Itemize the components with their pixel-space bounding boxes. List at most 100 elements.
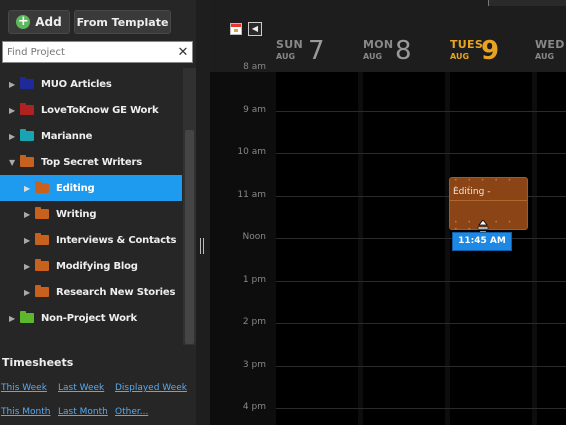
event-resize-bottom[interactable]: • • • • • • • bbox=[454, 219, 527, 233]
add-button[interactable]: + Add bbox=[8, 10, 70, 34]
day-header-sun[interactable]: SUN AUG 7 bbox=[276, 36, 356, 68]
folder-icon bbox=[20, 103, 34, 115]
hour-gridline bbox=[276, 408, 566, 409]
folder-icon bbox=[35, 233, 49, 245]
from-template-button[interactable]: From Template bbox=[74, 10, 171, 34]
folder-icon bbox=[20, 311, 34, 323]
project-label: MUO Articles bbox=[41, 78, 112, 90]
day-column-wed[interactable] bbox=[537, 72, 566, 425]
timesheet-link-other[interactable]: Other... bbox=[115, 407, 148, 417]
hour-label: 11 am bbox=[237, 189, 266, 200]
hour-gridline bbox=[276, 366, 566, 367]
project-label: Research New Stories bbox=[56, 286, 176, 298]
scrollbar[interactable] bbox=[183, 68, 196, 345]
time-tooltip: 11:45 AM bbox=[452, 232, 512, 251]
hour-gridline bbox=[276, 323, 566, 324]
timesheet-link-this-week[interactable]: This Week bbox=[1, 383, 47, 393]
day-name: MON bbox=[363, 38, 394, 51]
hour-gridline bbox=[276, 238, 566, 239]
folder-icon bbox=[20, 77, 34, 89]
hour-gridline bbox=[276, 281, 566, 282]
hour-label: 8 am bbox=[243, 62, 266, 72]
project-row[interactable]: ▶ MUO Articles bbox=[0, 71, 182, 97]
plus-icon: + bbox=[16, 14, 31, 29]
hour-label: 1 pm bbox=[242, 274, 266, 285]
calendar-icon[interactable] bbox=[230, 23, 242, 35]
project-row[interactable]: ▼ Top Secret Writers bbox=[0, 149, 182, 175]
event-resize-top[interactable]: • • • • • • • bbox=[454, 177, 527, 191]
day-number: 8 bbox=[395, 36, 412, 66]
hour-label: 2 pm bbox=[242, 317, 266, 327]
folder-icon bbox=[35, 207, 49, 219]
day-name: TUES bbox=[450, 38, 484, 51]
folder-icon bbox=[35, 181, 49, 193]
collapsed-arrow-icon[interactable]: ▶ bbox=[22, 210, 32, 219]
project-row[interactable]: ▶ Marianne bbox=[0, 123, 182, 149]
day-number: 7 bbox=[308, 36, 325, 66]
project-row[interactable]: ▶ Non-Project Work bbox=[0, 305, 182, 331]
timesheet-link-this-month[interactable]: This Month bbox=[1, 407, 50, 417]
collapsed-arrow-icon[interactable]: ▶ bbox=[22, 262, 32, 271]
scrollbar-thumb[interactable] bbox=[185, 130, 194, 344]
splitter-grip-icon[interactable] bbox=[200, 238, 204, 254]
project-search: ✕ bbox=[2, 41, 193, 63]
collapsed-arrow-icon[interactable]: ▶ bbox=[22, 184, 32, 193]
project-label: Editing bbox=[56, 182, 95, 194]
timesheet-link-last-week[interactable]: Last Week bbox=[58, 383, 104, 393]
project-label: Non-Project Work bbox=[41, 312, 137, 324]
day-number: 9 bbox=[481, 36, 500, 66]
collapsed-arrow-icon[interactable]: ▶ bbox=[7, 106, 17, 115]
project-row[interactable]: ▶ Editing bbox=[0, 175, 182, 201]
day-column-mon[interactable] bbox=[363, 72, 445, 425]
timesheet-link-last-month[interactable]: Last Month bbox=[58, 407, 108, 417]
project-row[interactable]: ▶ Writing bbox=[0, 201, 182, 227]
header-edge bbox=[488, 0, 566, 6]
project-label: LoveToKnow GE Work bbox=[41, 104, 159, 116]
folder-icon bbox=[20, 129, 34, 141]
day-header-tues[interactable]: TUES AUG 9 bbox=[450, 36, 530, 68]
project-row[interactable]: ▶ LoveToKnow GE Work bbox=[0, 97, 182, 123]
day-name: WED bbox=[535, 38, 565, 51]
day-header-mon[interactable]: MON AUG 8 bbox=[363, 36, 443, 68]
event-divider bbox=[450, 200, 527, 201]
project-label: Writing bbox=[56, 208, 97, 220]
collapsed-arrow-icon[interactable]: ▶ bbox=[22, 236, 32, 245]
day-column-sun[interactable] bbox=[276, 72, 358, 425]
hour-label: Noon bbox=[242, 232, 266, 242]
project-row[interactable]: ▶ Modifying Blog bbox=[0, 253, 182, 279]
collapsed-arrow-icon[interactable]: ▶ bbox=[7, 314, 17, 323]
back-arrow-icon[interactable]: ◀ bbox=[248, 22, 262, 36]
close-icon[interactable]: ✕ bbox=[174, 45, 192, 60]
folder-icon bbox=[20, 155, 34, 167]
folder-icon bbox=[35, 259, 49, 271]
day-header-wed[interactable]: WED AUG bbox=[535, 38, 566, 68]
collapsed-arrow-icon[interactable]: ▶ bbox=[7, 132, 17, 141]
collapsed-arrow-icon[interactable]: ▶ bbox=[7, 80, 17, 89]
week-calendar: ◀ SUN AUG 7 MON AUG 8 TUES AUG 9 WED AUG… bbox=[210, 0, 566, 425]
expanded-arrow-icon[interactable]: ▼ bbox=[7, 158, 17, 167]
hour-label: 4 pm bbox=[242, 402, 266, 412]
add-label: Add bbox=[35, 15, 62, 29]
collapsed-arrow-icon[interactable]: ▶ bbox=[22, 288, 32, 297]
project-row[interactable]: ▶ Research New Stories bbox=[0, 279, 182, 305]
panel-splitter[interactable] bbox=[196, 0, 210, 425]
project-label: Marianne bbox=[41, 130, 93, 142]
hour-label: 3 pm bbox=[242, 359, 266, 370]
hour-gridline bbox=[276, 153, 566, 154]
day-month: AUG bbox=[535, 52, 555, 61]
project-panel: + Add From Template ✕ ▶ MUO Articles ▶ Love… bbox=[0, 0, 196, 425]
day-month: AUG bbox=[363, 52, 383, 61]
project-row[interactable]: ▶ Interviews & Contacts bbox=[0, 227, 182, 253]
from-template-label: From Template bbox=[76, 15, 169, 29]
project-label: Interviews & Contacts bbox=[56, 234, 177, 246]
hour-label: 9 am bbox=[243, 104, 266, 115]
project-tree: ▶ MUO Articles ▶ LoveToKnow GE Work ▶ Mariann… bbox=[0, 71, 182, 331]
day-month: AUG bbox=[276, 52, 296, 61]
folder-icon bbox=[35, 285, 49, 297]
hour-gridline bbox=[276, 111, 566, 112]
search-input[interactable] bbox=[3, 42, 174, 62]
day-month: AUG bbox=[450, 52, 470, 61]
timesheets-title: Timesheets bbox=[2, 356, 74, 369]
timesheet-link-displayed-week[interactable]: Displayed Week bbox=[115, 383, 187, 393]
project-label: Modifying Blog bbox=[56, 260, 138, 272]
